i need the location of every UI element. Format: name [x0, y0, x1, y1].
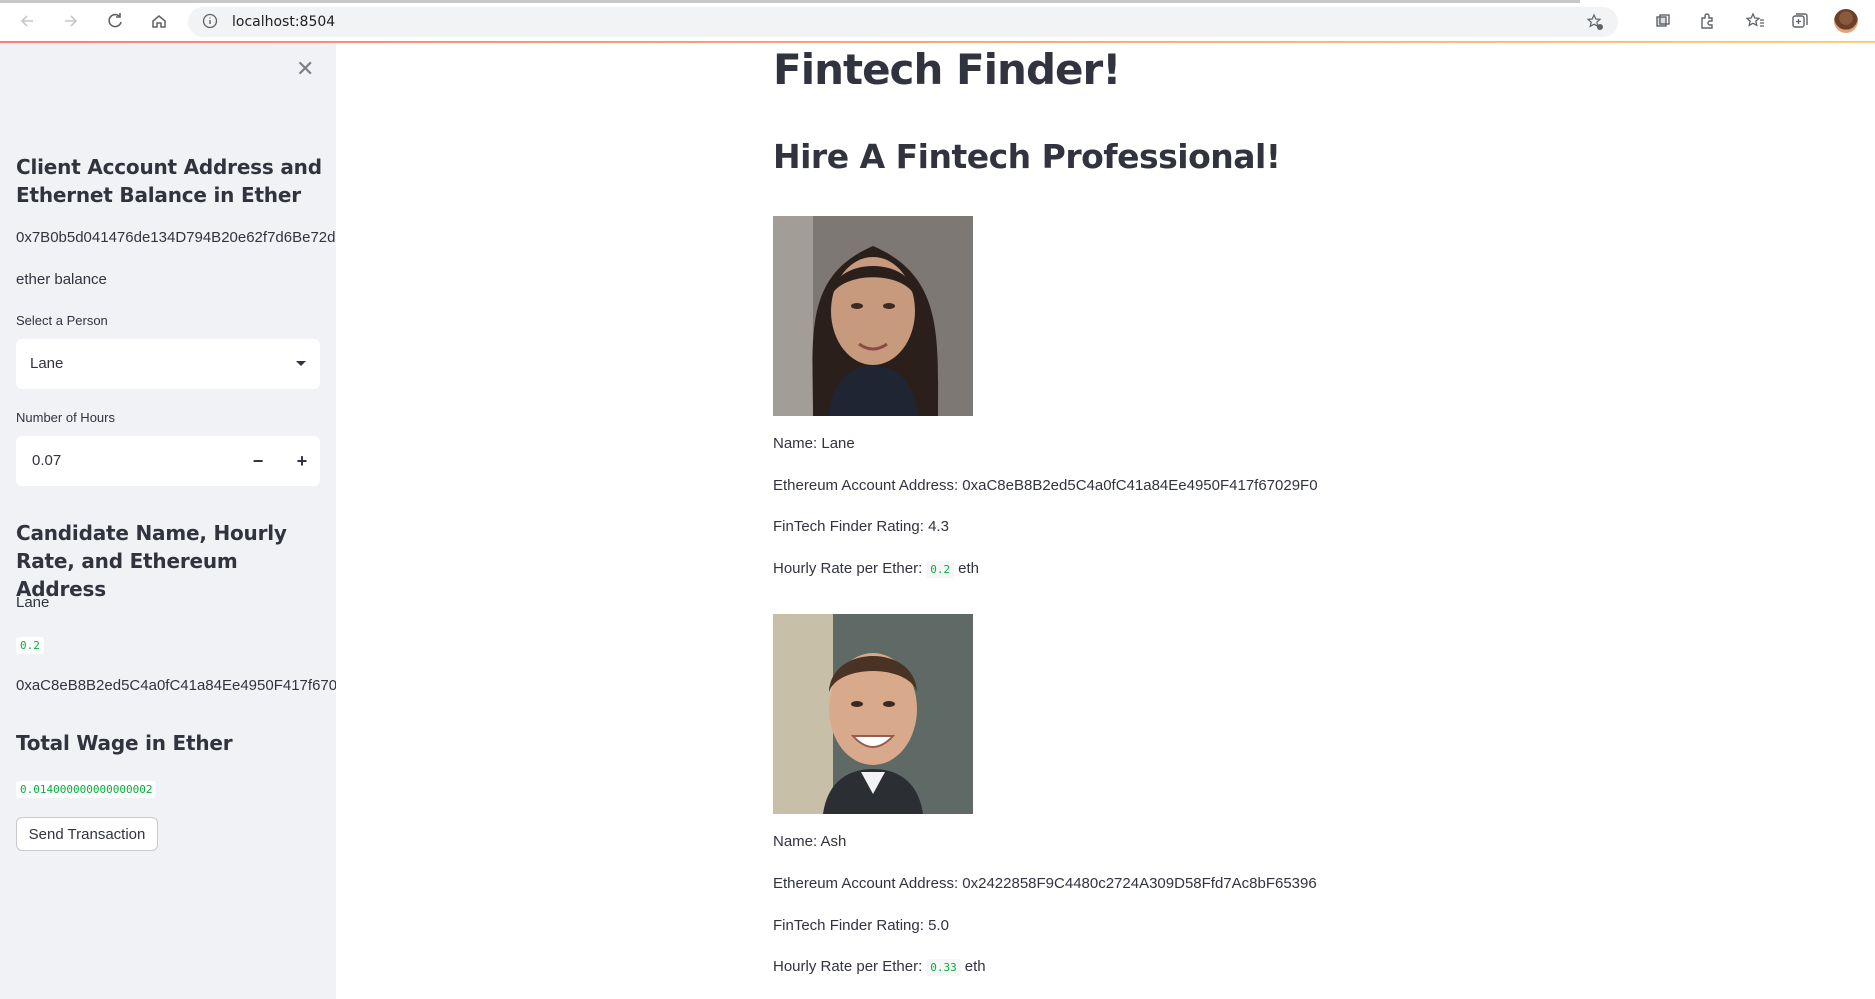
total-wage-value: 0.014000000000000002 — [16, 781, 157, 798]
url-text[interactable]: localhost:8504 — [232, 14, 335, 30]
back-arrow-icon — [20, 15, 33, 27]
add-favorite-icon[interactable] — [1586, 13, 1604, 31]
collections-button[interactable] — [1785, 8, 1815, 34]
decrement-button[interactable]: − — [240, 444, 276, 478]
info-icon[interactable] — [202, 13, 218, 29]
rate-label: Hourly Rate per Ether: — [773, 958, 923, 975]
tab-actions-icon — [1656, 14, 1670, 27]
candidate-name: Lane — [16, 594, 50, 611]
hours-value[interactable]: 0.07 — [32, 452, 61, 469]
ether-balance-label: ether balance — [16, 271, 107, 288]
candidate-rate-lane: Hourly Rate per Ether: 0.2 eth — [773, 560, 979, 578]
address-bar[interactable]: localhost:8504 — [188, 7, 1618, 37]
candidate-name-lane: Name: Lane — [773, 435, 855, 452]
candidate-rate: 0.2 — [16, 637, 44, 654]
forward-arrow-icon — [65, 15, 78, 27]
candidate-address-lane: Ethereum Account Address: 0xaC8eB8B2ed5C… — [773, 477, 1318, 494]
candidate-name-ash: Name: Ash — [773, 833, 847, 850]
rate-unit: eth — [958, 560, 979, 577]
forward-button[interactable] — [56, 8, 86, 34]
puzzle-icon — [1701, 13, 1713, 29]
candidate-address: 0xaC8eB8B2ed5C4a0fC41a84Ee4950F417f67029 — [16, 677, 336, 694]
account-heading: Client Account Address and Ethernet Bala… — [16, 155, 322, 207]
extensions-button[interactable] — [1692, 8, 1722, 34]
rate-value: 0.33 — [926, 959, 961, 976]
increment-button[interactable]: + — [284, 444, 320, 478]
account-address: 0x7B0b5d041476de134D794B20e62f7d6Be72d82 — [16, 229, 336, 246]
close-sidebar-icon[interactable]: ✕ — [296, 57, 314, 82]
loading-bar — [0, 0, 1580, 3]
profile-avatar[interactable] — [1834, 9, 1858, 33]
reload-icon — [108, 13, 122, 28]
extensions-collections-button[interactable] — [1648, 8, 1678, 34]
favorites-button[interactable] — [1740, 8, 1770, 34]
rate-unit: eth — [964, 958, 986, 975]
page-subtitle: Hire A Fintech Professional! — [773, 137, 1281, 176]
candidate-rate-ash: Hourly Rate per Ether: 0.33 eth — [773, 958, 986, 976]
page-title: Fintech Finder! — [773, 45, 1121, 94]
rate-value: 0.2 — [926, 561, 955, 578]
sidebar: ✕ Client Account Address and Ethernet Ba… — [0, 43, 336, 999]
candidate-photo-lane — [773, 216, 973, 416]
person-select[interactable]: Lane — [16, 339, 320, 389]
total-wage-heading: Total Wage in Ether — [16, 731, 233, 755]
candidate-photo-ash — [773, 614, 973, 814]
hours-number-input[interactable]: 0.07 − + — [16, 436, 320, 486]
candidate-heading: Candidate Name, Hourly Rate, and Ethereu… — [16, 521, 287, 601]
main-content: Fintech Finder! Hire A Fintech Professio… — [336, 43, 1875, 999]
back-button[interactable] — [12, 8, 42, 34]
browser-toolbar: localhost:8504 — [0, 0, 1875, 42]
send-transaction-button[interactable]: Send Transaction — [16, 817, 158, 851]
collections-icon — [1792, 13, 1808, 28]
candidate-rating-ash: FinTech Finder Rating: 5.0 — [773, 917, 949, 934]
candidate-rating-lane: FinTech Finder Rating: 4.3 — [773, 518, 949, 535]
select-person-label: Select a Person — [16, 313, 108, 328]
candidate-address-ash: Ethereum Account Address: 0x2422858F9C44… — [773, 875, 1317, 892]
selected-person-value: Lane — [30, 355, 64, 372]
chevron-down-icon — [296, 361, 306, 366]
hours-label: Number of Hours — [16, 410, 115, 425]
home-icon — [152, 15, 166, 28]
favorites-icon — [1745, 12, 1764, 27]
home-button[interactable] — [144, 8, 174, 34]
rate-label: Hourly Rate per Ether: — [773, 560, 923, 577]
reload-button[interactable] — [100, 8, 130, 34]
